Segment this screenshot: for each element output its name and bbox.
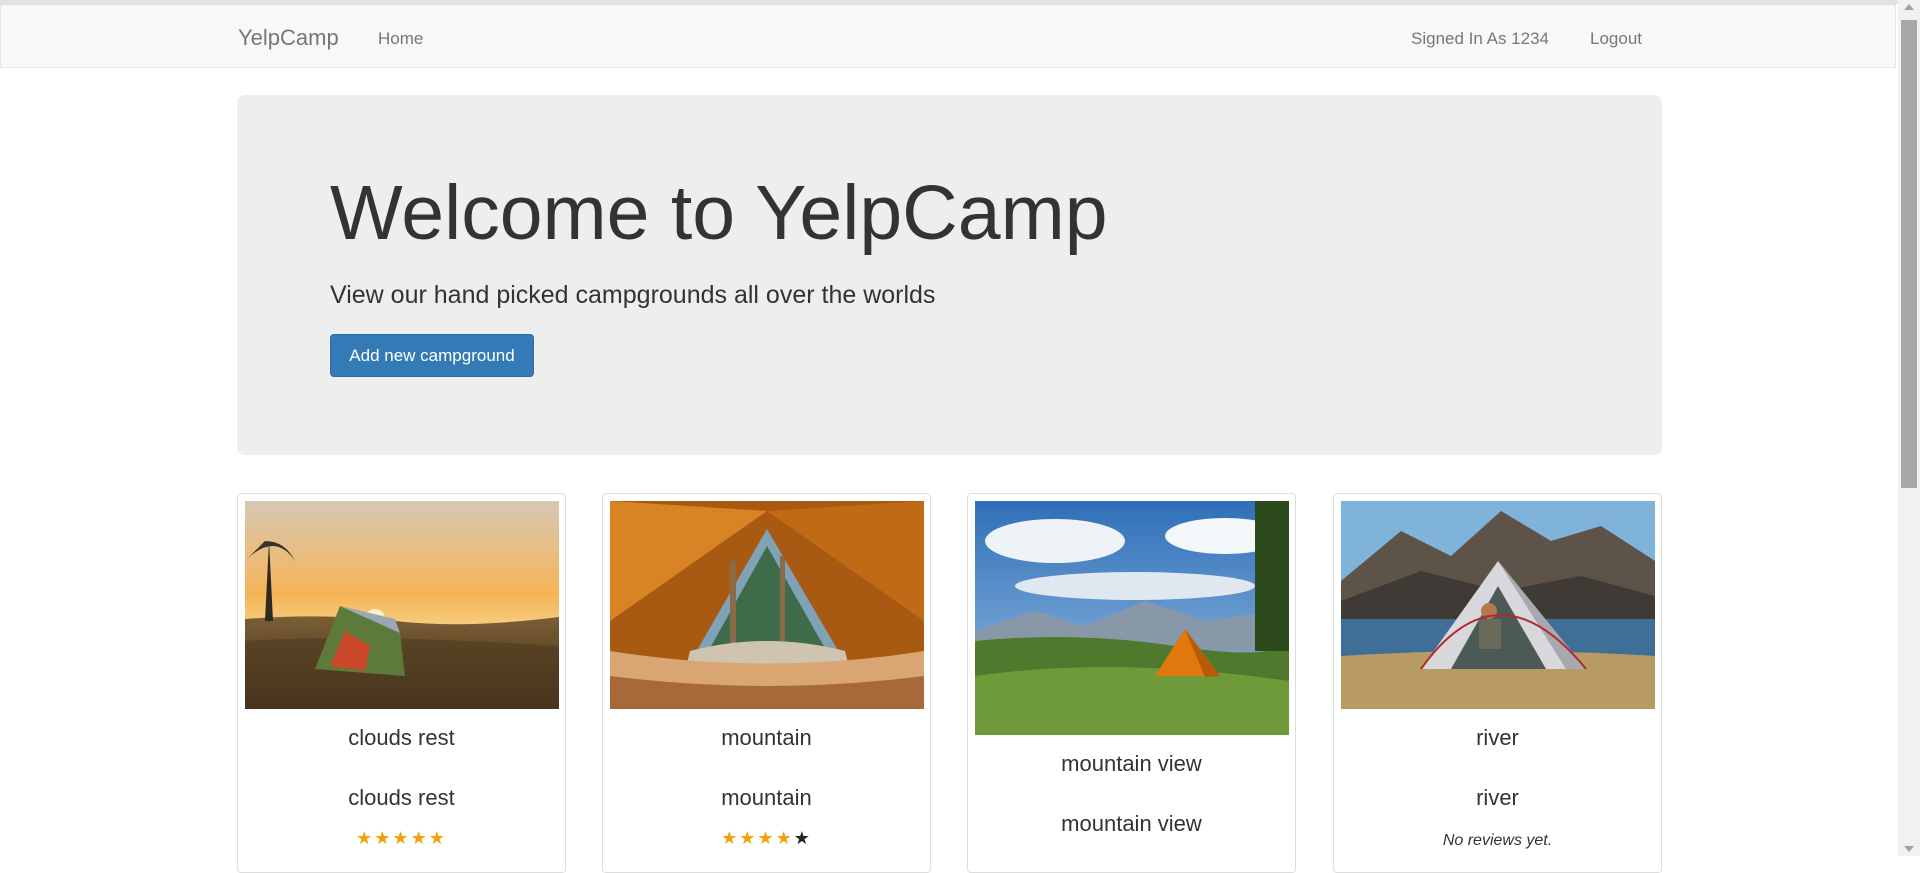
campground-card: mountain mountain ★★★★★ bbox=[602, 493, 931, 873]
rating-stars: ★★★★★ bbox=[603, 828, 930, 849]
scroll-down-arrow-icon[interactable] bbox=[1904, 846, 1914, 852]
jumbotron: Welcome to YelpCamp View our hand picked… bbox=[237, 95, 1662, 455]
lake-tent-photo[interactable] bbox=[1341, 501, 1655, 709]
campground-card: river river No reviews yet. bbox=[1333, 493, 1662, 873]
page-title: Welcome to YelpCamp bbox=[330, 170, 1108, 256]
campground-card: mountain view mountain view bbox=[967, 493, 1296, 873]
campground-caption: clouds rest bbox=[348, 725, 455, 750]
campground-card: clouds rest clouds rest ★★★★★ bbox=[237, 493, 566, 873]
scroll-up-arrow-icon[interactable] bbox=[1904, 4, 1914, 10]
sunset-tent-photo[interactable] bbox=[245, 501, 559, 709]
star-icon: ★ bbox=[374, 828, 393, 848]
star-icon: ★ bbox=[757, 828, 776, 848]
campground-caption: mountain view bbox=[1061, 751, 1202, 776]
campground-name[interactable]: clouds rest bbox=[238, 785, 565, 811]
star-icon: ★ bbox=[775, 828, 794, 848]
campground-name[interactable]: river bbox=[1334, 785, 1661, 811]
add-campground-button[interactable]: Add new campground bbox=[330, 334, 534, 377]
brand-link[interactable]: YelpCamp bbox=[238, 25, 339, 51]
campground-name[interactable]: mountain view bbox=[968, 811, 1295, 837]
nav-home-link[interactable]: Home bbox=[378, 29, 423, 49]
campground-caption: mountain bbox=[721, 725, 812, 750]
campground-caption: river bbox=[1476, 725, 1519, 750]
star-icon: ★ bbox=[721, 828, 740, 848]
star-icon: ★ bbox=[410, 828, 429, 848]
page-subtitle: View our hand picked campgrounds all ove… bbox=[330, 281, 936, 309]
star-icon: ★ bbox=[356, 828, 375, 848]
star-icon: ★ bbox=[392, 828, 411, 848]
vertical-scrollbar[interactable] bbox=[1898, 0, 1920, 856]
campground-name[interactable]: mountain bbox=[603, 785, 930, 811]
scrollbar-thumb[interactable] bbox=[1901, 20, 1917, 488]
star-icon: ★ bbox=[793, 828, 812, 848]
star-icon: ★ bbox=[428, 828, 447, 848]
rating-stars: ★★★★★ bbox=[238, 828, 565, 849]
no-reviews-text: No reviews yet. bbox=[1442, 832, 1553, 849]
signed-in-label[interactable]: Signed In As 1234 bbox=[1411, 29, 1549, 49]
mountain-valley-tent-photo[interactable] bbox=[975, 501, 1289, 735]
logout-link[interactable]: Logout bbox=[1590, 29, 1642, 49]
tent-interior-photo[interactable] bbox=[610, 501, 924, 709]
navbar: YelpCamp Home Signed In As 1234 Logout bbox=[0, 4, 1896, 68]
star-icon: ★ bbox=[739, 828, 758, 848]
